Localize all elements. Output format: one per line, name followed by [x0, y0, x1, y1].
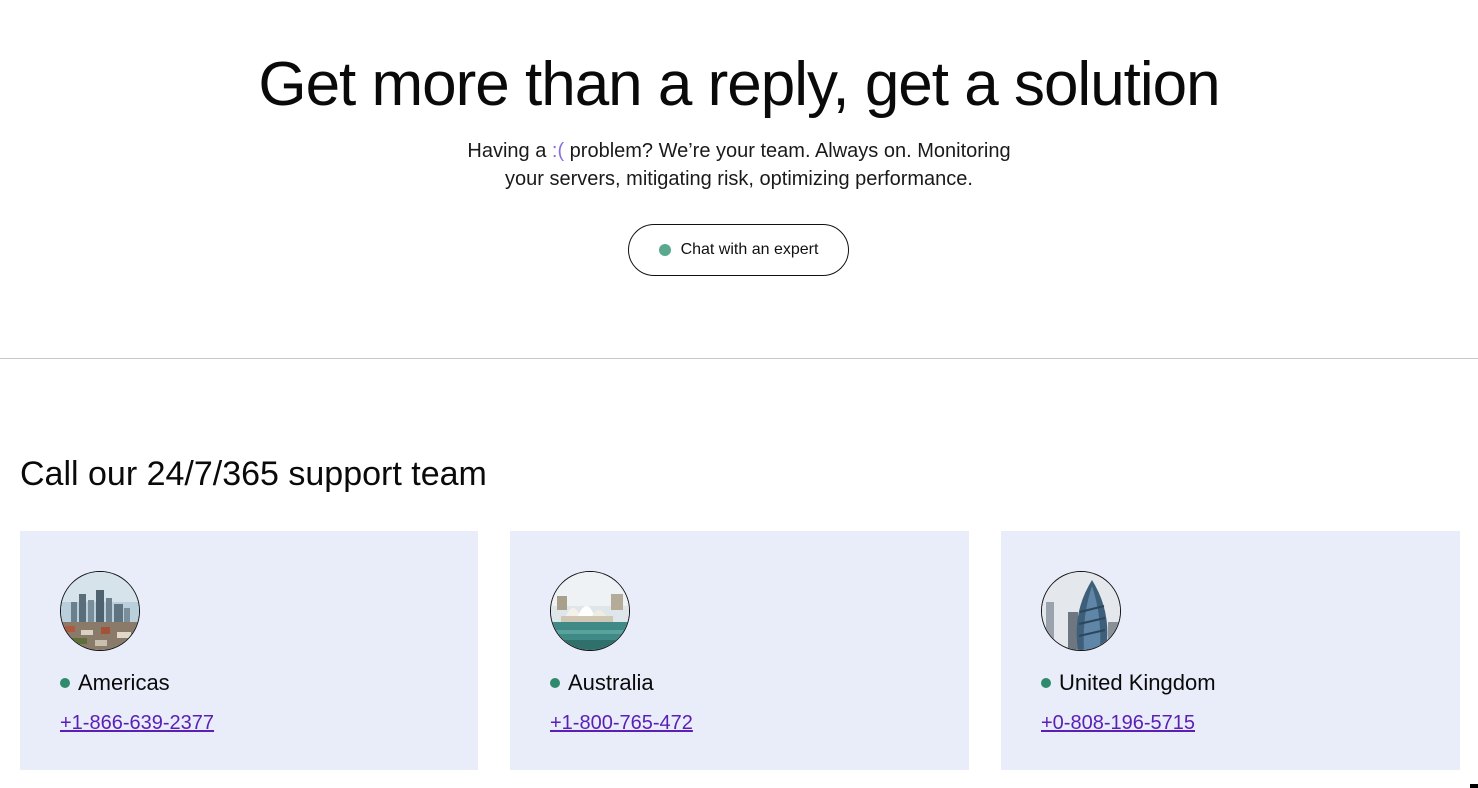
support-card-americas: Americas +1-866-639-2377 — [20, 531, 478, 770]
online-status-icon — [658, 244, 671, 256]
city-skyline-icon — [60, 571, 140, 651]
support-section-title: Call our 24/7/365 support team — [20, 455, 487, 493]
hero-title: Get more than a reply, get a solution — [258, 50, 1220, 119]
region-label: Australia — [550, 670, 654, 696]
region-label: United Kingdom — [1041, 670, 1216, 696]
gherkin-tower-icon — [1041, 571, 1121, 651]
chat-button-label: Chat with an expert — [680, 241, 819, 258]
support-card-united-kingdom: United Kingdom +0-808-196-5715 — [1001, 531, 1460, 770]
corner-artifact — [1470, 784, 1478, 788]
opera-house-icon — [550, 571, 630, 651]
region-name: United Kingdom — [1059, 670, 1216, 695]
status-dot-icon — [550, 678, 560, 688]
hero-subtitle-line1: Having a :( problem? We’re your team. Al… — [0, 137, 1478, 165]
hero-subtitle-post: problem? We’re your team. Always on. Mon… — [564, 140, 1011, 162]
region-name: Australia — [568, 670, 654, 695]
region-label: Americas — [60, 670, 170, 696]
hero-subtitle-line2: your servers, mitigating risk, optimizin… — [505, 168, 973, 190]
region-name: Americas — [78, 670, 170, 695]
phone-link-australia[interactable]: +1-800-765-472 — [550, 712, 693, 735]
status-dot-icon — [60, 678, 70, 688]
phone-link-americas[interactable]: +1-866-639-2377 — [60, 712, 214, 735]
support-card-australia: Australia +1-800-765-472 — [510, 531, 969, 770]
chat-with-expert-button[interactable]: Chat with an expert — [628, 224, 849, 276]
hero-subtitle: Having a :( problem? We’re your team. Al… — [0, 137, 1478, 193]
hero-section: Get more than a reply, get a solution Ha… — [0, 0, 1478, 359]
phone-link-united-kingdom[interactable]: +0-808-196-5715 — [1041, 712, 1195, 735]
status-dot-icon — [1041, 678, 1051, 688]
hero-subtitle-pre: Having a — [467, 140, 552, 162]
sad-face-emoticon: :( — [551, 140, 565, 162]
